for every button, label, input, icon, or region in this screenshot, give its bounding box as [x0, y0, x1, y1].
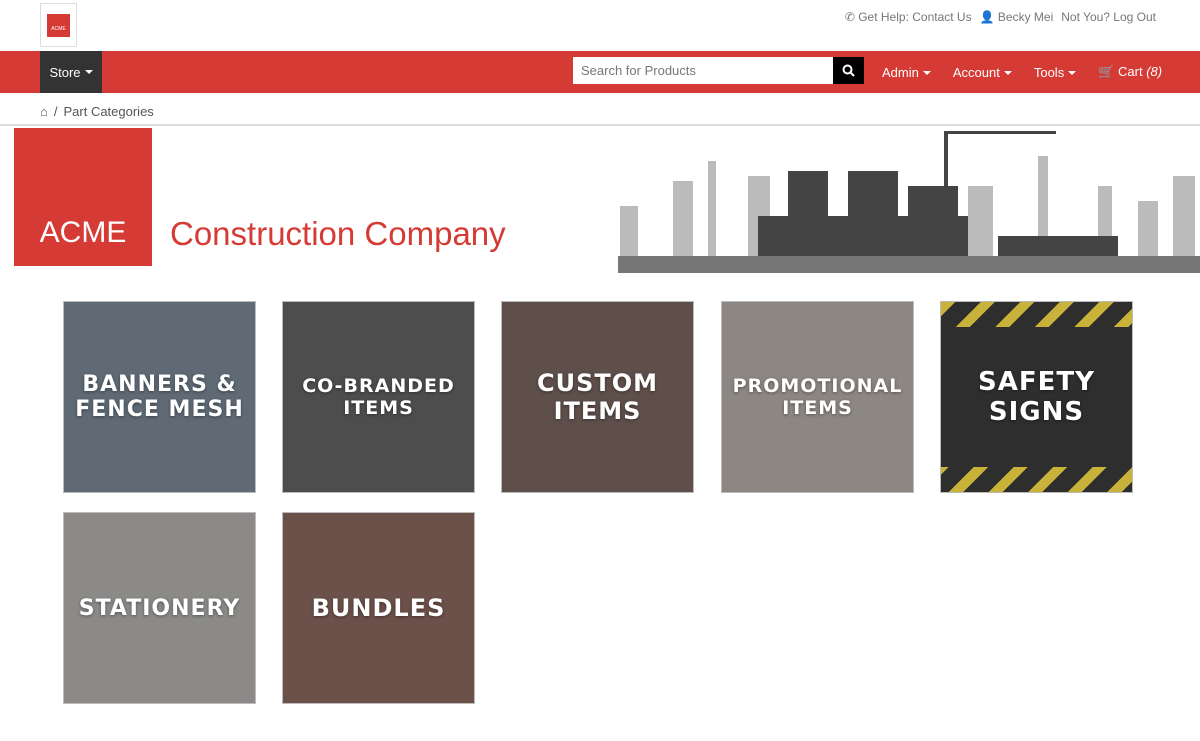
help-link[interactable]: ✆ Get Help: Contact Us [845, 10, 972, 24]
breadcrumb: ⌂ / Part Categories [40, 104, 154, 119]
site-logo[interactable]: ACME [40, 3, 77, 47]
banner-company-name: Construction Company [170, 215, 506, 252]
category-label: SAFETY SIGNS [941, 327, 1132, 467]
account-menu[interactable]: Account [953, 65, 1012, 80]
caret-down-icon [1068, 71, 1077, 76]
logo-text: ACME [47, 13, 70, 37]
cart-link[interactable]: 🛒 Cart (8) [1098, 64, 1162, 80]
search-input[interactable] [573, 57, 833, 84]
home-icon[interactable]: ⌂ [40, 104, 48, 119]
category-tile[interactable]: PROMOTIONAL ITEMS [721, 301, 914, 493]
search-button[interactable] [833, 57, 864, 84]
category-tile[interactable]: STATIONERY [63, 512, 256, 704]
category-label: CUSTOM ITEMS [536, 369, 659, 425]
caret-down-icon [1003, 71, 1012, 76]
search-icon [842, 64, 855, 77]
category-tile[interactable]: CUSTOM ITEMS [501, 301, 694, 493]
banner-logo: ACME [14, 128, 152, 266]
admin-menu[interactable]: Admin [882, 65, 931, 80]
category-tile[interactable]: BANNERS & FENCE MESH [63, 301, 256, 493]
category-label: BANNERS & FENCE MESH [75, 372, 244, 422]
logout-link[interactable]: Not You? Log Out [1061, 10, 1156, 24]
category-tile[interactable]: CO-BRANDED ITEMS [282, 301, 475, 493]
cart-count: (8) [1146, 64, 1163, 79]
category-label: PROMOTIONAL ITEMS [732, 375, 903, 419]
category-label: BUNDLES [311, 594, 446, 622]
tools-menu[interactable]: Tools [1034, 65, 1077, 80]
breadcrumb-current: Part Categories [63, 104, 154, 119]
cart-icon: 🛒 [1098, 64, 1115, 79]
caret-down-icon [84, 70, 93, 74]
category-tile[interactable]: BUNDLES [282, 512, 475, 704]
main-nav: Store Admin Account Tools 🛒 Cart (8) [0, 51, 1200, 93]
caret-down-icon [922, 71, 931, 76]
category-label: CO-BRANDED ITEMS [302, 375, 455, 419]
category-label: STATIONERY [78, 595, 241, 621]
category-tile[interactable]: SAFETY SIGNS [940, 301, 1133, 493]
user-name[interactable]: 👤 Becky Mei [980, 10, 1054, 24]
skyline-illustration [618, 131, 1200, 273]
store-menu[interactable]: Store [40, 51, 102, 93]
